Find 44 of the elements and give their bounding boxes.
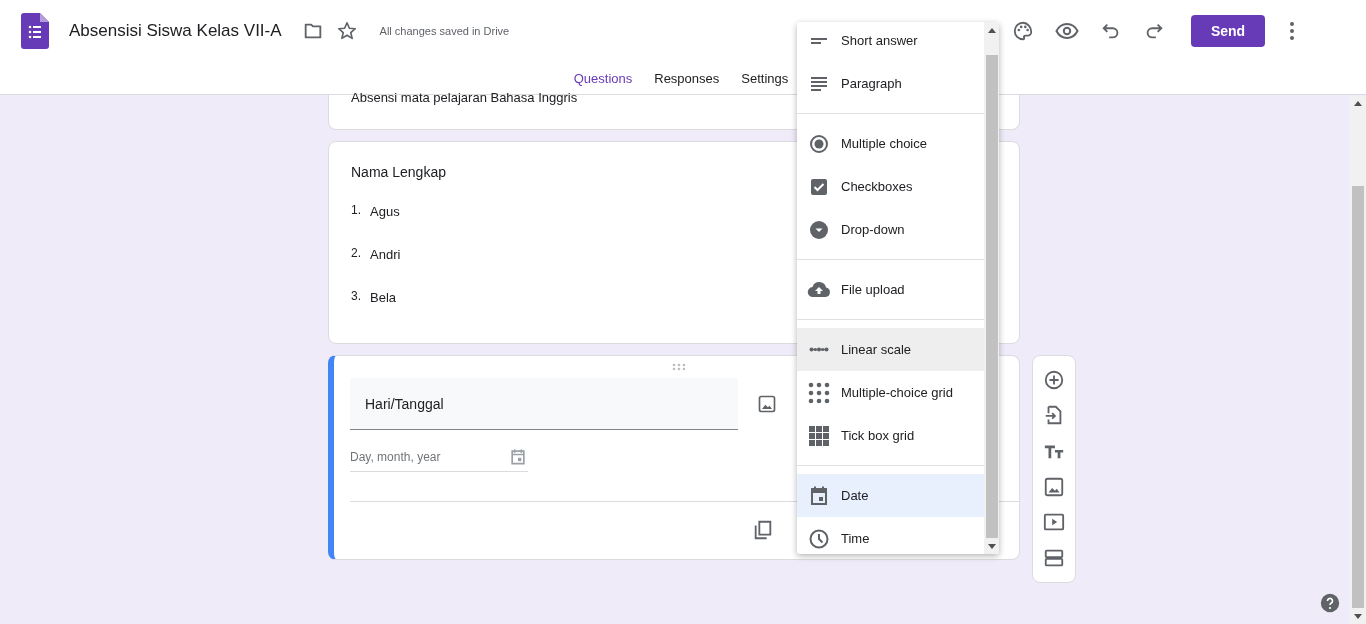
menu-item[interactable]: Date <box>797 474 984 517</box>
scroll-up-icon[interactable] <box>1354 101 1362 106</box>
question-title-field[interactable]: Hari/Tanggal <box>350 378 738 430</box>
menu-item[interactable]: Tick box grid <box>797 414 984 457</box>
palette-icon[interactable] <box>1012 20 1034 42</box>
date-field: Day, month, year <box>350 447 528 472</box>
list-item: Bela <box>370 290 397 305</box>
drag-handle-icon[interactable] <box>672 363 686 371</box>
list-number: 3. <box>351 288 362 303</box>
scroll-up-icon[interactable] <box>987 28 996 33</box>
menu-item[interactable]: Paragraph <box>797 62 984 105</box>
tab[interactable]: Responses <box>644 62 730 98</box>
linear-scale-icon <box>807 347 831 352</box>
more-icon[interactable] <box>1289 21 1295 41</box>
form-title[interactable]: Absensisi Siswa Kelas VII-A <box>69 21 282 41</box>
forms-logo-icon[interactable] <box>21 13 49 49</box>
dot-grid-icon <box>807 380 831 405</box>
image-icon[interactable] <box>1043 475 1065 498</box>
star-icon[interactable] <box>335 20 358 42</box>
page-scrollbar[interactable] <box>1350 96 1366 624</box>
add-question-icon[interactable] <box>1043 368 1065 391</box>
scroll-down-icon[interactable] <box>987 544 996 549</box>
menu-item[interactable]: Checkboxes <box>797 165 984 208</box>
save-status: All changes saved in Drive <box>379 25 510 37</box>
tab[interactable]: Settings <box>731 62 799 98</box>
list-item: Andri <box>370 247 401 262</box>
image-icon[interactable] <box>757 394 777 414</box>
list-number: 2. <box>351 245 362 260</box>
calendar-icon <box>508 447 528 467</box>
duplicate-icon[interactable] <box>752 519 774 541</box>
menu-item[interactable]: File upload <box>797 268 984 311</box>
menu-item[interactable]: Time <box>797 517 984 554</box>
list-number: 1. <box>351 202 362 217</box>
square-grid-icon <box>807 423 831 448</box>
list-item: Agus <box>370 204 400 219</box>
menu-scrollbar[interactable] <box>984 22 999 554</box>
scroll-down-icon[interactable] <box>1354 614 1362 619</box>
menu-item[interactable]: Multiple-choice grid <box>797 371 984 414</box>
help-icon[interactable] <box>1320 593 1340 613</box>
send-button[interactable]: Send <box>1191 15 1265 47</box>
menu-item[interactable]: Short answer <box>797 22 984 62</box>
question-title: Nama Lengkap <box>351 164 447 180</box>
menu-item[interactable]: Linear scale <box>797 328 984 371</box>
menu-item[interactable]: Drop-down <box>797 208 984 251</box>
